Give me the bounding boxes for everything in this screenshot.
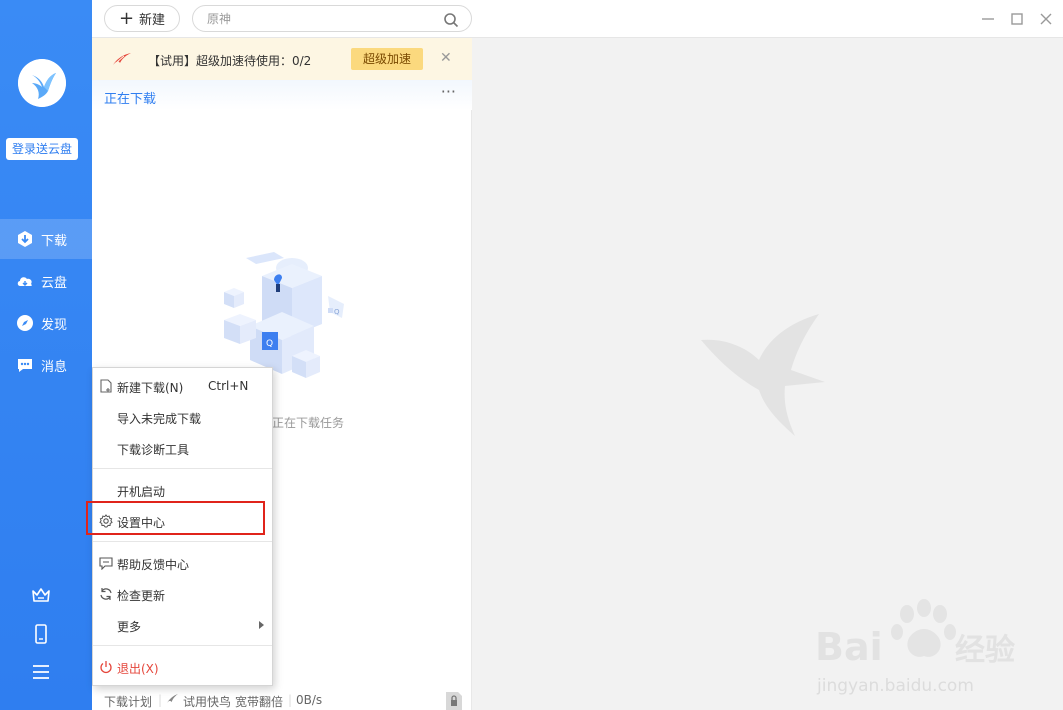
detail-area: Bai 经验 jingyan.baidu.com (473, 38, 1063, 710)
status-divider: | (158, 693, 163, 707)
menu-item-import-unfinished[interactable]: 导入未完成下载 (93, 403, 272, 431)
menu-item-exit[interactable]: 退出(X) (93, 653, 272, 681)
nav-discover[interactable]: 发现 (0, 303, 92, 343)
thunder-bird-watermark-icon (701, 314, 825, 436)
menu-item-label: 退出(X) (117, 662, 159, 676)
menu-separator (93, 541, 272, 542)
menu-item-label: 检查更新 (117, 589, 166, 603)
menu-item-label: 开机启动 (117, 485, 166, 499)
avatar[interactable] (18, 59, 66, 107)
menu-item-new-download[interactable]: 新建下载(N) Ctrl+N (93, 372, 272, 400)
menu-item-check-update[interactable]: 检查更新 (93, 580, 272, 608)
baidu-jingyan-watermark: Bai 经验 jingyan.baidu.com (815, 599, 1015, 696)
menu-item-shortcut: Ctrl+N (208, 379, 249, 393)
compass-icon (17, 315, 33, 331)
power-icon (100, 661, 112, 674)
svg-text:Q: Q (334, 308, 340, 316)
menu-separator (93, 468, 272, 469)
menu-separator (93, 645, 272, 646)
new-button[interactable]: + 新建 (104, 5, 180, 32)
nav-label: 消息 (41, 359, 68, 375)
close-promo-icon[interactable]: ✕ (440, 50, 452, 66)
empty-state-text: 正在下载任务 (272, 416, 345, 430)
new-download-icon (100, 379, 112, 393)
menu-item-more[interactable]: 更多 (93, 611, 272, 639)
maximize-icon (1011, 13, 1023, 25)
crown-icon (32, 588, 50, 602)
menu-item-label: 导入未完成下载 (117, 412, 202, 426)
download-plan-link[interactable]: 下载计划 (104, 693, 152, 710)
close-window-button[interactable] (1036, 9, 1056, 29)
speed-bird-icon (113, 53, 131, 65)
downloading-header: 正在下载 ··· (92, 80, 472, 110)
svg-text:jingyan.baidu.com: jingyan.baidu.com (816, 676, 974, 696)
broadband-double-link[interactable]: 宽带翻倍 (235, 693, 283, 710)
plus-icon: + (118, 7, 135, 29)
bird-small-icon (166, 693, 179, 707)
trial-kuainiao-link[interactable]: 试用快鸟 (183, 693, 231, 710)
minimize-icon (982, 18, 994, 20)
mobile-button[interactable] (30, 623, 52, 645)
nav-label: 发现 (41, 317, 68, 333)
highlight-box (86, 501, 265, 535)
download-icon (18, 231, 32, 247)
submenu-arrow-icon (259, 621, 264, 629)
new-button-label: 新建 (139, 13, 166, 28)
maximize-button[interactable] (1007, 9, 1027, 29)
menu-item-startup[interactable]: 开机启动 (93, 476, 272, 504)
svg-text:经验: 经验 (955, 633, 1015, 668)
nav-cloud[interactable]: 云盘 (0, 261, 92, 301)
topbar: + 新建 (92, 0, 1063, 38)
close-icon (1040, 13, 1052, 25)
menu-item-help-feedback[interactable]: 帮助反馈中心 (93, 549, 272, 577)
lock-button[interactable] (444, 690, 464, 710)
vip-button[interactable] (30, 584, 52, 606)
menu-item-diagnose-tool[interactable]: 下载诊断工具 (93, 434, 272, 462)
menu-item-label: 更多 (117, 620, 142, 634)
more-options-icon[interactable]: ··· (441, 82, 456, 101)
feedback-icon (99, 557, 113, 570)
svg-text:Q: Q (266, 339, 273, 349)
menu-item-label: 新建下载(N) (117, 381, 184, 395)
search-icon[interactable] (443, 12, 459, 28)
nav-message[interactable]: 消息 (0, 345, 92, 385)
super-boost-button[interactable]: 超级加速 (351, 48, 423, 70)
nav-label: 下载 (41, 233, 68, 249)
status-divider: | (288, 693, 293, 707)
nav-label: 云盘 (41, 275, 68, 291)
cloud-icon (17, 277, 32, 286)
thunder-bird-logo (18, 59, 66, 107)
sidebar: 登录送云盘 下载 云盘 发现 消息 (0, 0, 92, 710)
login-button[interactable]: 登录送云盘 (6, 138, 78, 160)
status-bar: 下载计划 | 试用快鸟 宽带翻倍 | 0B/s (92, 690, 472, 710)
nav-download[interactable]: 下载 (0, 219, 92, 259)
menu-item-label: 帮助反馈中心 (117, 558, 190, 572)
promo-banner: 【试用】超级加速待使用：0/2 超级加速 ✕ (92, 38, 472, 80)
minimize-button[interactable] (978, 9, 998, 29)
download-speed: 0B/s (296, 693, 323, 707)
menu-item-label: 下载诊断工具 (117, 443, 190, 457)
refresh-icon (100, 588, 112, 600)
search-input[interactable] (207, 11, 427, 27)
message-icon (18, 359, 32, 372)
search-box (192, 5, 472, 32)
downloading-tab[interactable]: 正在下载 (104, 88, 156, 107)
promo-text: 【试用】超级加速待使用：0/2 (148, 54, 312, 68)
svg-text:Bai: Bai (815, 625, 883, 669)
lock-icon (446, 692, 462, 710)
phone-icon (35, 624, 47, 644)
menu-icon (33, 665, 49, 679)
main-menu-button[interactable] (30, 661, 52, 683)
